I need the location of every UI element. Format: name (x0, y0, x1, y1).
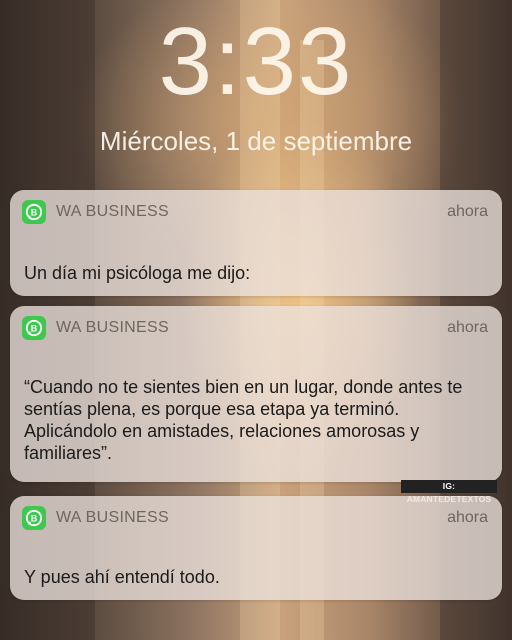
whatsapp-business-icon: B (22, 316, 46, 340)
whatsapp-business-icon: B (22, 506, 46, 530)
notification-app-name: WA BUSINESS (56, 319, 169, 336)
notification-app-name: WA BUSINESS (56, 509, 169, 526)
svg-text:B: B (31, 323, 38, 333)
notification-time: ahora (447, 319, 488, 336)
whatsapp-business-icon: B (22, 200, 46, 224)
svg-text:B: B (31, 513, 38, 523)
notification-header: B WA BUSINESS ahora (22, 200, 488, 224)
notification-time: ahora (447, 509, 488, 526)
notification-card[interactable]: B WA BUSINESS ahora “Cuando no te siente… (10, 306, 502, 482)
notification-message: “Cuando no te sientes bien en un lugar, … (24, 377, 463, 463)
notification-message: Y pues ahí entendí todo. (24, 567, 220, 587)
notification-card[interactable]: B WA BUSINESS ahora Un día mi psicóloga … (10, 190, 502, 296)
notification-app-name: WA BUSINESS (56, 203, 169, 220)
notification-header: B WA BUSINESS ahora (22, 506, 488, 530)
notification-header: B WA BUSINESS ahora (22, 316, 488, 340)
notification-message: Un día mi psicóloga me dijo: (24, 263, 251, 283)
watermark-label: IG: AMANTEDETEXTOS (401, 480, 497, 504)
notification-time: ahora (447, 203, 488, 220)
notification-card[interactable]: B WA BUSINESS ahora Y pues ahí entendí t… (10, 496, 502, 600)
lock-screen-time: 3:33 (158, 8, 354, 115)
lock-screen-date: Miércoles, 1 de septiembre (99, 126, 413, 156)
svg-text:B: B (31, 207, 38, 217)
